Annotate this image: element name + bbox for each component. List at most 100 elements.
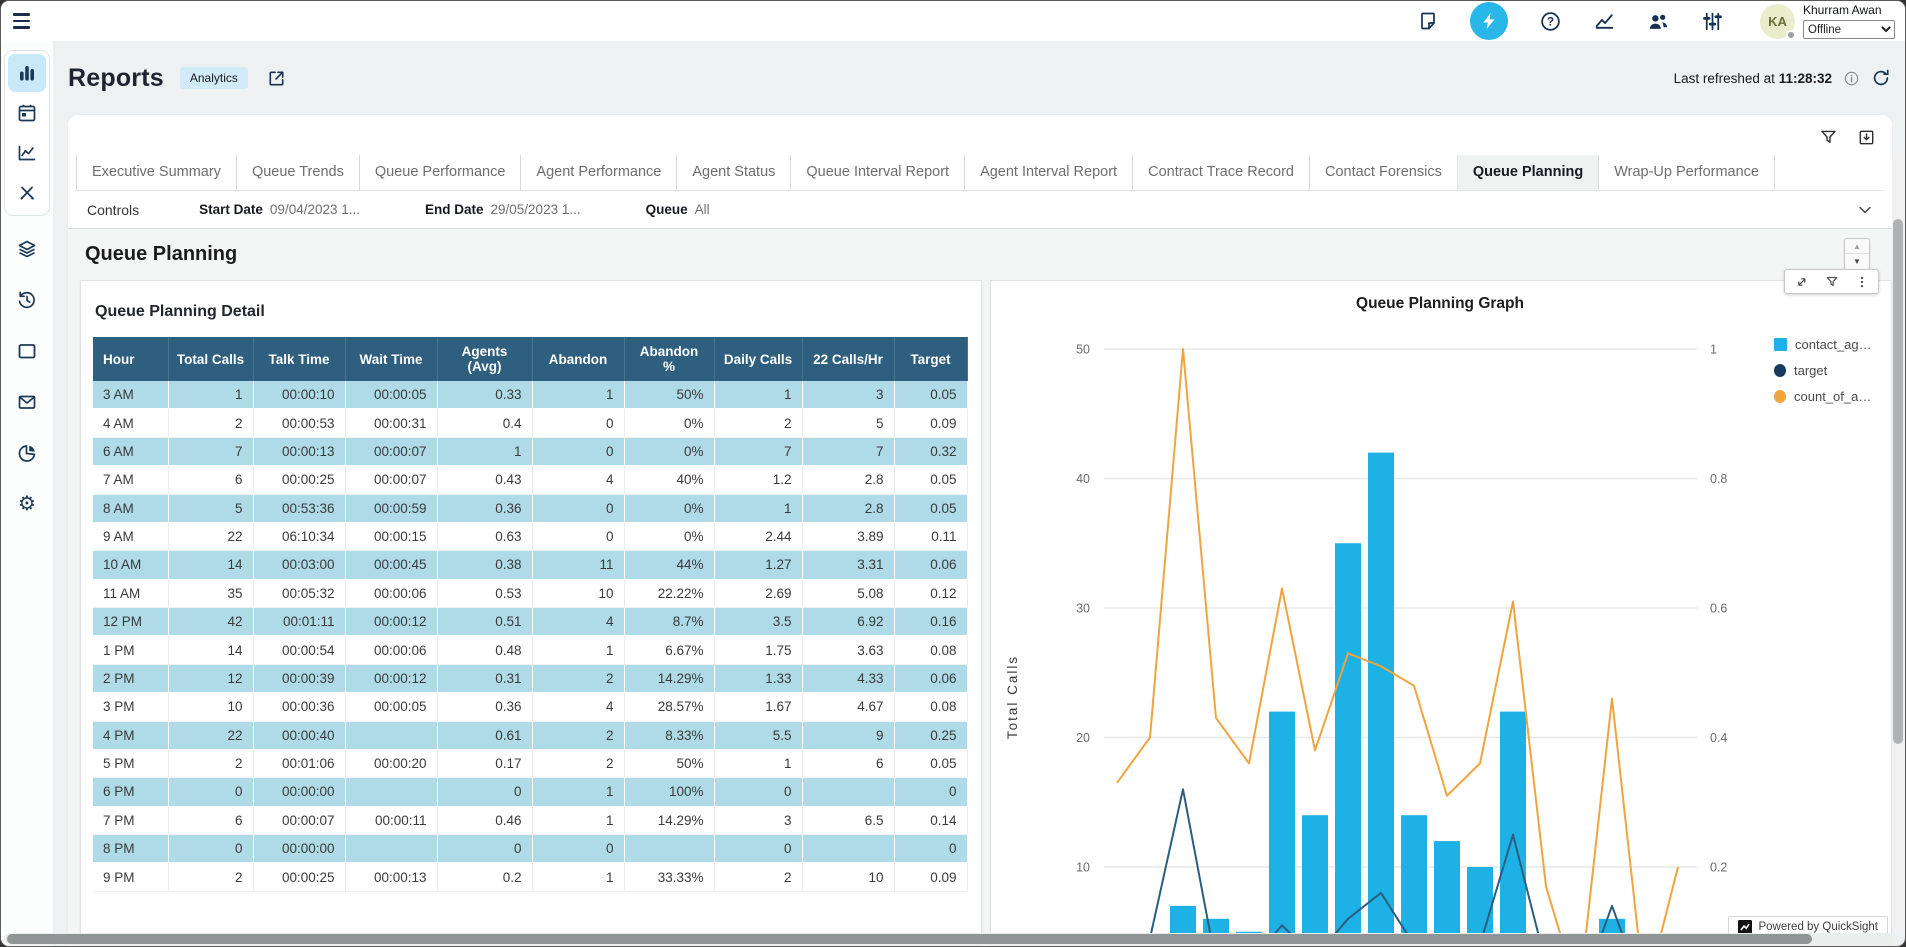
gear-icon: ⚙ [18,494,36,514]
column-header-daily-calls[interactable]: Daily Calls [714,337,802,381]
column-header-abandon[interactable]: Abandon [532,337,624,381]
analytics-badge: Analytics [180,67,248,89]
metrics-icon[interactable] [1592,9,1616,33]
svg-text:Total Calls: Total Calls [1005,655,1020,739]
tab-queue-interval-report[interactable]: Queue Interval Report [790,155,964,190]
chart-filter-icon[interactable] [1824,274,1839,289]
table-row-6-pm[interactable]: 6 PM000:00:0001100%00 [93,778,967,806]
kebab-menu-icon[interactable] [1854,274,1869,289]
sidebar-item-window[interactable] [8,332,46,370]
notes-icon[interactable] [1416,9,1440,33]
sheet: Queue Planning ▲ ▼ Queue Planning Detail… [68,229,1892,947]
tab-queue-trends[interactable]: Queue Trends [236,155,359,190]
sidebar-item-mail[interactable] [8,383,46,421]
chevron-down-icon[interactable] [1856,201,1874,219]
table-row-9-pm[interactable]: 9 PM200:00:2500:00:130.2133.33%2100.09 [93,863,967,891]
tab-agent-interval-report[interactable]: Agent Interval Report [964,155,1132,190]
mail-icon [16,391,38,413]
table-row-7-pm[interactable]: 7 PM600:00:0700:00:110.46114.29%36.50.14 [93,806,967,834]
sidebar: ⚙ [1,41,53,947]
table-row-3-am[interactable]: 3 AM100:00:1000:00:050.33150%130.05 [93,381,967,409]
table-row-4-pm[interactable]: 4 PM2200:00:400.6128.33%5.590.25 [93,721,967,749]
tab-contract-trace-record[interactable]: Contract Trace Record [1132,155,1309,190]
sidebar-item-bar-chart[interactable] [8,54,46,92]
dashboard-card: Executive SummaryQueue TrendsQueue Perfo… [68,115,1892,947]
sheet-title: Queue Planning [85,243,237,266]
sidebar-item-line-chart[interactable] [8,134,46,172]
table-row-11-am[interactable]: 11 AM3500:05:3200:00:060.531022.22%2.695… [93,579,967,607]
tab-contact-forensics[interactable]: Contact Forensics [1309,155,1457,190]
tab-queue-performance[interactable]: Queue Performance [359,155,521,190]
legend-item-count-of-a[interactable]: count_of_a… [1774,389,1872,404]
filter-start-date[interactable]: Start Date09/04/2023 1... [199,202,360,217]
tab-agent-performance[interactable]: Agent Performance [520,155,676,190]
filter-queue[interactable]: QueueAll [646,202,710,217]
table-row-10-am[interactable]: 10 AM1400:03:0000:00:450.381144%1.273.31… [93,551,967,579]
sliders-icon[interactable] [1700,9,1724,33]
column-header-hour[interactable]: Hour [93,337,168,381]
legend-swatch [1774,390,1786,403]
combo-chart[interactable]: Queue Planning Graph10203040500.20.40.60… [991,281,1891,943]
refresh-icon[interactable] [1870,67,1892,89]
legend-item-contact-ag[interactable]: contact_ag… [1774,337,1872,352]
table-row-8-pm[interactable]: 8 PM000:00:000000 [93,835,967,863]
avatar[interactable]: KA [1760,4,1795,39]
user-name: Khurram Awan [1803,3,1895,17]
layers-icon [16,238,38,260]
controls-label: Controls [87,202,139,218]
legend-item-target[interactable]: target [1774,363,1872,378]
sidebar-item-settings[interactable]: ⚙ [8,485,46,523]
table-row-7-am[interactable]: 7 AM600:00:2500:00:070.43440%1.22.80.05 [93,466,967,494]
column-header-wait-time[interactable]: Wait Time [345,337,437,381]
filter-end-date[interactable]: End Date29/05/2023 1... [425,202,581,217]
horizontal-scrollbar-thumb[interactable] [7,934,1812,944]
tab-queue-planning[interactable]: Queue Planning [1457,155,1598,190]
external-link-icon[interactable] [266,68,287,89]
column-header-total-calls[interactable]: Total Calls [168,337,253,381]
column-header-agents-avg[interactable]: Agents (Avg) [437,337,532,381]
vertical-scrollbar-thumb[interactable] [1893,219,1903,744]
svg-text:10: 10 [1076,861,1090,875]
flash-icon[interactable] [1470,2,1508,40]
table-row-2-pm[interactable]: 2 PM1200:00:3900:00:120.31214.29%1.334.3… [93,664,967,692]
table-row-5-pm[interactable]: 5 PM200:01:0600:00:200.17250%160.05 [93,749,967,777]
svg-text:30: 30 [1076,602,1090,616]
controls-row: Controls Start Date09/04/2023 1... End Da… [68,191,1892,229]
export-icon[interactable] [1856,127,1876,147]
spinner-up-button[interactable]: ▲ [1845,239,1869,254]
pie-chart-icon [16,442,38,464]
tab-agent-status[interactable]: Agent Status [676,155,790,190]
tab-executive-summary[interactable]: Executive Summary [76,155,236,190]
vertical-scrollbar [1892,151,1904,933]
table-panel-title: Queue Planning Detail [95,303,967,321]
help-icon[interactable]: ? [1538,9,1562,33]
filter-icon[interactable] [1818,127,1838,147]
table-row-12-pm[interactable]: 12 PM4200:01:1100:00:120.5148.7%3.56.920… [93,608,967,636]
hamburger-menu-icon[interactable] [13,8,39,34]
svg-text:0.4: 0.4 [1710,731,1727,745]
expand-icon[interactable] [1794,274,1809,289]
table-row-9-am[interactable]: 9 AM2206:10:3400:00:150.6300%2.443.890.1… [93,522,967,550]
spinner-down-button[interactable]: ▼ [1845,254,1869,269]
column-header-talk-time[interactable]: Talk Time [253,337,345,381]
info-icon[interactable] [1842,69,1860,87]
status-select[interactable]: Offline [1803,20,1895,39]
table-row-1-pm[interactable]: 1 PM1400:00:5400:00:060.4816.67%1.753.63… [93,636,967,664]
sidebar-item-history[interactable] [8,281,46,319]
table-row-3-pm[interactable]: 3 PM1000:00:3600:00:050.36428.57%1.674.6… [93,693,967,721]
sidebar-item-layers[interactable] [8,230,46,268]
calendar-icon [16,102,38,124]
sidebar-item-design-tools[interactable] [8,174,46,212]
sidebar-item-calendar[interactable] [8,94,46,132]
column-header-22-calls-hr[interactable]: 22 Calls/Hr [802,337,894,381]
table-row-8-am[interactable]: 8 AM500:53:3600:00:590.3600%12.80.05 [93,494,967,522]
svg-text:40: 40 [1076,472,1090,486]
column-header-abandon[interactable]: Abandon % [624,337,714,381]
tab-wrap-up-performance[interactable]: Wrap-Up Performance [1598,155,1775,190]
queue-planning-detail-panel: Queue Planning Detail HourTotal CallsTal… [80,280,982,944]
users-icon[interactable] [1646,9,1670,33]
table-row-6-am[interactable]: 6 AM700:00:1300:00:07100%770.32 [93,437,967,465]
column-header-target[interactable]: Target [894,337,967,381]
sidebar-item-pie-chart[interactable] [8,434,46,472]
table-row-4-am[interactable]: 4 AM200:00:5300:00:310.400%250.09 [93,409,967,437]
